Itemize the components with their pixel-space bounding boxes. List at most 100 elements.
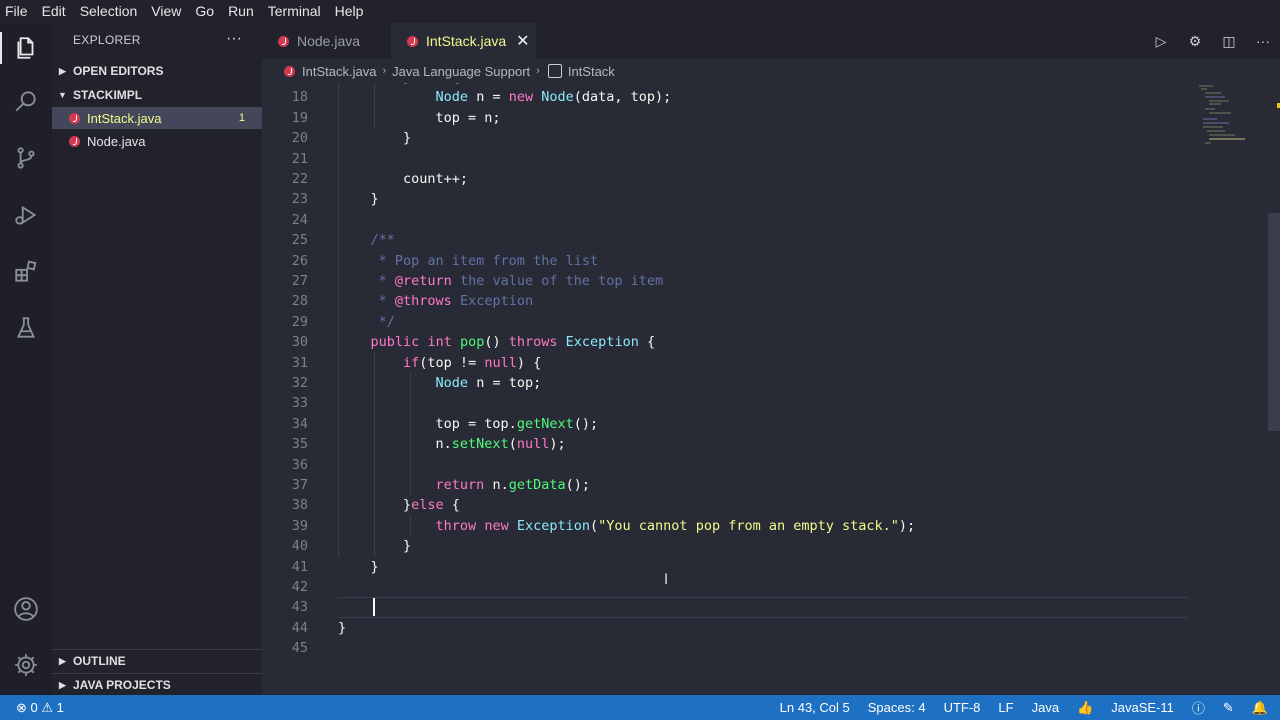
code-line[interactable]: 31 if(top != null) { — [262, 353, 1262, 373]
project-section[interactable]: ▼ STACKIMPL — [52, 84, 262, 106]
code-line[interactable]: 20 } — [262, 128, 1262, 148]
chevron-down-icon: ▼ — [58, 90, 67, 100]
project-label: STACKIMPL — [73, 88, 143, 102]
menu-go[interactable]: Go — [188, 0, 221, 23]
menu-selection[interactable]: Selection — [73, 0, 145, 23]
code-line[interactable]: 39 throw new Exception("You cannot pop f… — [262, 516, 1262, 536]
menu-edit[interactable]: Edit — [35, 0, 73, 23]
encoding[interactable]: UTF-8 — [935, 700, 990, 715]
account-icon[interactable] — [0, 589, 52, 629]
editor-scrollbar[interactable] — [1268, 213, 1280, 431]
java-file-icon — [278, 35, 289, 47]
files-icon[interactable] — [0, 28, 52, 68]
indentation[interactable]: Spaces: 4 — [859, 700, 935, 715]
explorer-sidebar: EXPLORER ··· ▶ OPEN EDITORS ▼ STACKIMPL … — [52, 23, 262, 695]
outline-label: OUTLINE — [73, 654, 126, 668]
close-icon[interactable]: ✕ — [516, 31, 529, 51]
outline-section[interactable]: ▶ OUTLINE — [52, 649, 262, 672]
menu-file[interactable]: File — [0, 0, 35, 23]
code-line[interactable]: 44} — [262, 618, 1262, 638]
code-line[interactable]: 32 Node n = top; — [262, 373, 1262, 393]
code-line[interactable]: 28 * @throws Exception — [262, 291, 1262, 311]
file-node[interactable]: Node.java — [52, 130, 262, 152]
java-projects-section[interactable]: ▶ JAVA PROJECTS — [52, 673, 262, 696]
code-text: top = n; — [338, 109, 501, 126]
line-number: 32 — [291, 375, 308, 391]
search-icon[interactable] — [0, 81, 52, 121]
java-file-icon — [407, 35, 418, 47]
menu-terminal[interactable]: Terminal — [261, 0, 328, 23]
breadcrumb-file[interactable]: IntStack.java — [302, 64, 376, 79]
code-line[interactable]: 25 /** — [262, 230, 1262, 250]
code-text: throw new Exception("You cannot pop from… — [435, 517, 916, 534]
chevron-right-icon: › — [382, 65, 387, 77]
code-line[interactable]: 38 }else { — [262, 495, 1262, 515]
end-of-line[interactable]: LF — [989, 700, 1022, 715]
line-number: 24 — [291, 211, 308, 228]
code-line[interactable]: 21 — [262, 149, 1262, 169]
line-number: 40 — [291, 538, 308, 555]
code-line[interactable]: 36 — [262, 455, 1262, 475]
breadcrumb-section[interactable]: Java Language Support — [392, 64, 530, 79]
settings-gear-icon[interactable] — [0, 645, 52, 685]
code-line[interactable]: 34 top = top.getNext(); — [262, 414, 1262, 434]
notifications-bell-icon[interactable]: 🔔 — [1243, 700, 1280, 716]
code-editor[interactable]: 18 }else {18 Node n = new Node(data, top… — [262, 83, 1280, 695]
file-intstack[interactable]: IntStack.java 1 — [52, 107, 262, 129]
code-line[interactable]: 35 n.setNext(null); — [262, 434, 1262, 454]
java-file-icon — [69, 135, 80, 147]
open-editors-label: OPEN EDITORS — [73, 64, 164, 78]
line-number: 19 — [291, 109, 308, 126]
problems-indicator[interactable]: ⊗ 0 ⚠ 1 — [8, 700, 73, 716]
chevron-right-icon: ▶ — [59, 655, 66, 666]
run-debug-icon[interactable] — [0, 195, 52, 235]
source-control-icon[interactable] — [0, 138, 52, 178]
code-text: * @throws Exception — [338, 293, 534, 310]
line-number: 18 — [291, 89, 308, 106]
code-line[interactable]: 22 count++; — [262, 169, 1262, 189]
menu-run[interactable]: Run — [221, 0, 261, 23]
run-icon[interactable]: ▷ — [1144, 23, 1178, 59]
explorer-title: EXPLORER — [73, 33, 141, 47]
code-line[interactable]: 19 top = n; — [262, 108, 1262, 128]
open-editors-section[interactable]: ▶ OPEN EDITORS — [52, 60, 262, 82]
code-line[interactable]: 18 Node n = new Node(data, top); — [262, 87, 1262, 107]
line-number: 41 — [291, 558, 308, 575]
code-line[interactable]: 41 } — [262, 557, 1262, 577]
breadcrumb-symbol[interactable]: IntStack — [568, 64, 615, 79]
feedback-icon[interactable]: ✎ — [1214, 700, 1243, 716]
thumbs-up-icon[interactable]: 👍 — [1068, 700, 1102, 716]
code-line[interactable]: 43 — [262, 597, 1262, 617]
code-line[interactable]: 23 } — [262, 189, 1262, 209]
tab-node-java[interactable]: Node.java — [262, 23, 391, 59]
code-line[interactable]: 42 — [262, 577, 1262, 597]
file-name: IntStack.java — [87, 110, 162, 126]
testing-icon[interactable] — [0, 308, 52, 348]
chevron-right-icon: ▶ — [59, 65, 66, 76]
code-line[interactable]: 29 */ — [262, 312, 1262, 332]
code-line[interactable]: 24 — [262, 210, 1262, 230]
java-runtime[interactable]: JavaSE-11 — [1102, 700, 1183, 715]
debug-icon[interactable]: ⚙ — [1178, 23, 1212, 59]
line-number: 23 — [291, 191, 308, 208]
cursor-position[interactable]: Ln 43, Col 5 — [771, 700, 859, 715]
info-icon[interactable]: ⓘ — [1183, 698, 1214, 717]
menu-view[interactable]: View — [144, 0, 188, 23]
code-line[interactable]: 26 * Pop an item from the list — [262, 251, 1262, 271]
line-number: 43 — [291, 599, 308, 616]
more-actions-icon[interactable]: ··· — [1246, 23, 1280, 59]
language-mode[interactable]: Java — [1023, 700, 1068, 715]
code-line[interactable]: 33 — [262, 393, 1262, 413]
code-line[interactable]: 30 public int pop() throws Exception { — [262, 332, 1262, 352]
more-actions-icon[interactable]: ··· — [226, 30, 242, 48]
code-line[interactable]: 37 return n.getData(); — [262, 475, 1262, 495]
menu-help[interactable]: Help — [328, 0, 371, 23]
extensions-icon[interactable] — [0, 252, 52, 292]
code-line[interactable]: 27 * @return the value of the top item — [262, 271, 1262, 291]
minimap[interactable] — [1195, 83, 1265, 153]
split-editor-icon[interactable]: ◫ — [1212, 23, 1246, 59]
line-number: 28 — [291, 293, 308, 310]
code-line[interactable]: 45 — [262, 638, 1262, 658]
tab-intstack-java[interactable]: IntStack.java ✕ — [391, 23, 536, 59]
code-line[interactable]: 40 } — [262, 536, 1262, 556]
